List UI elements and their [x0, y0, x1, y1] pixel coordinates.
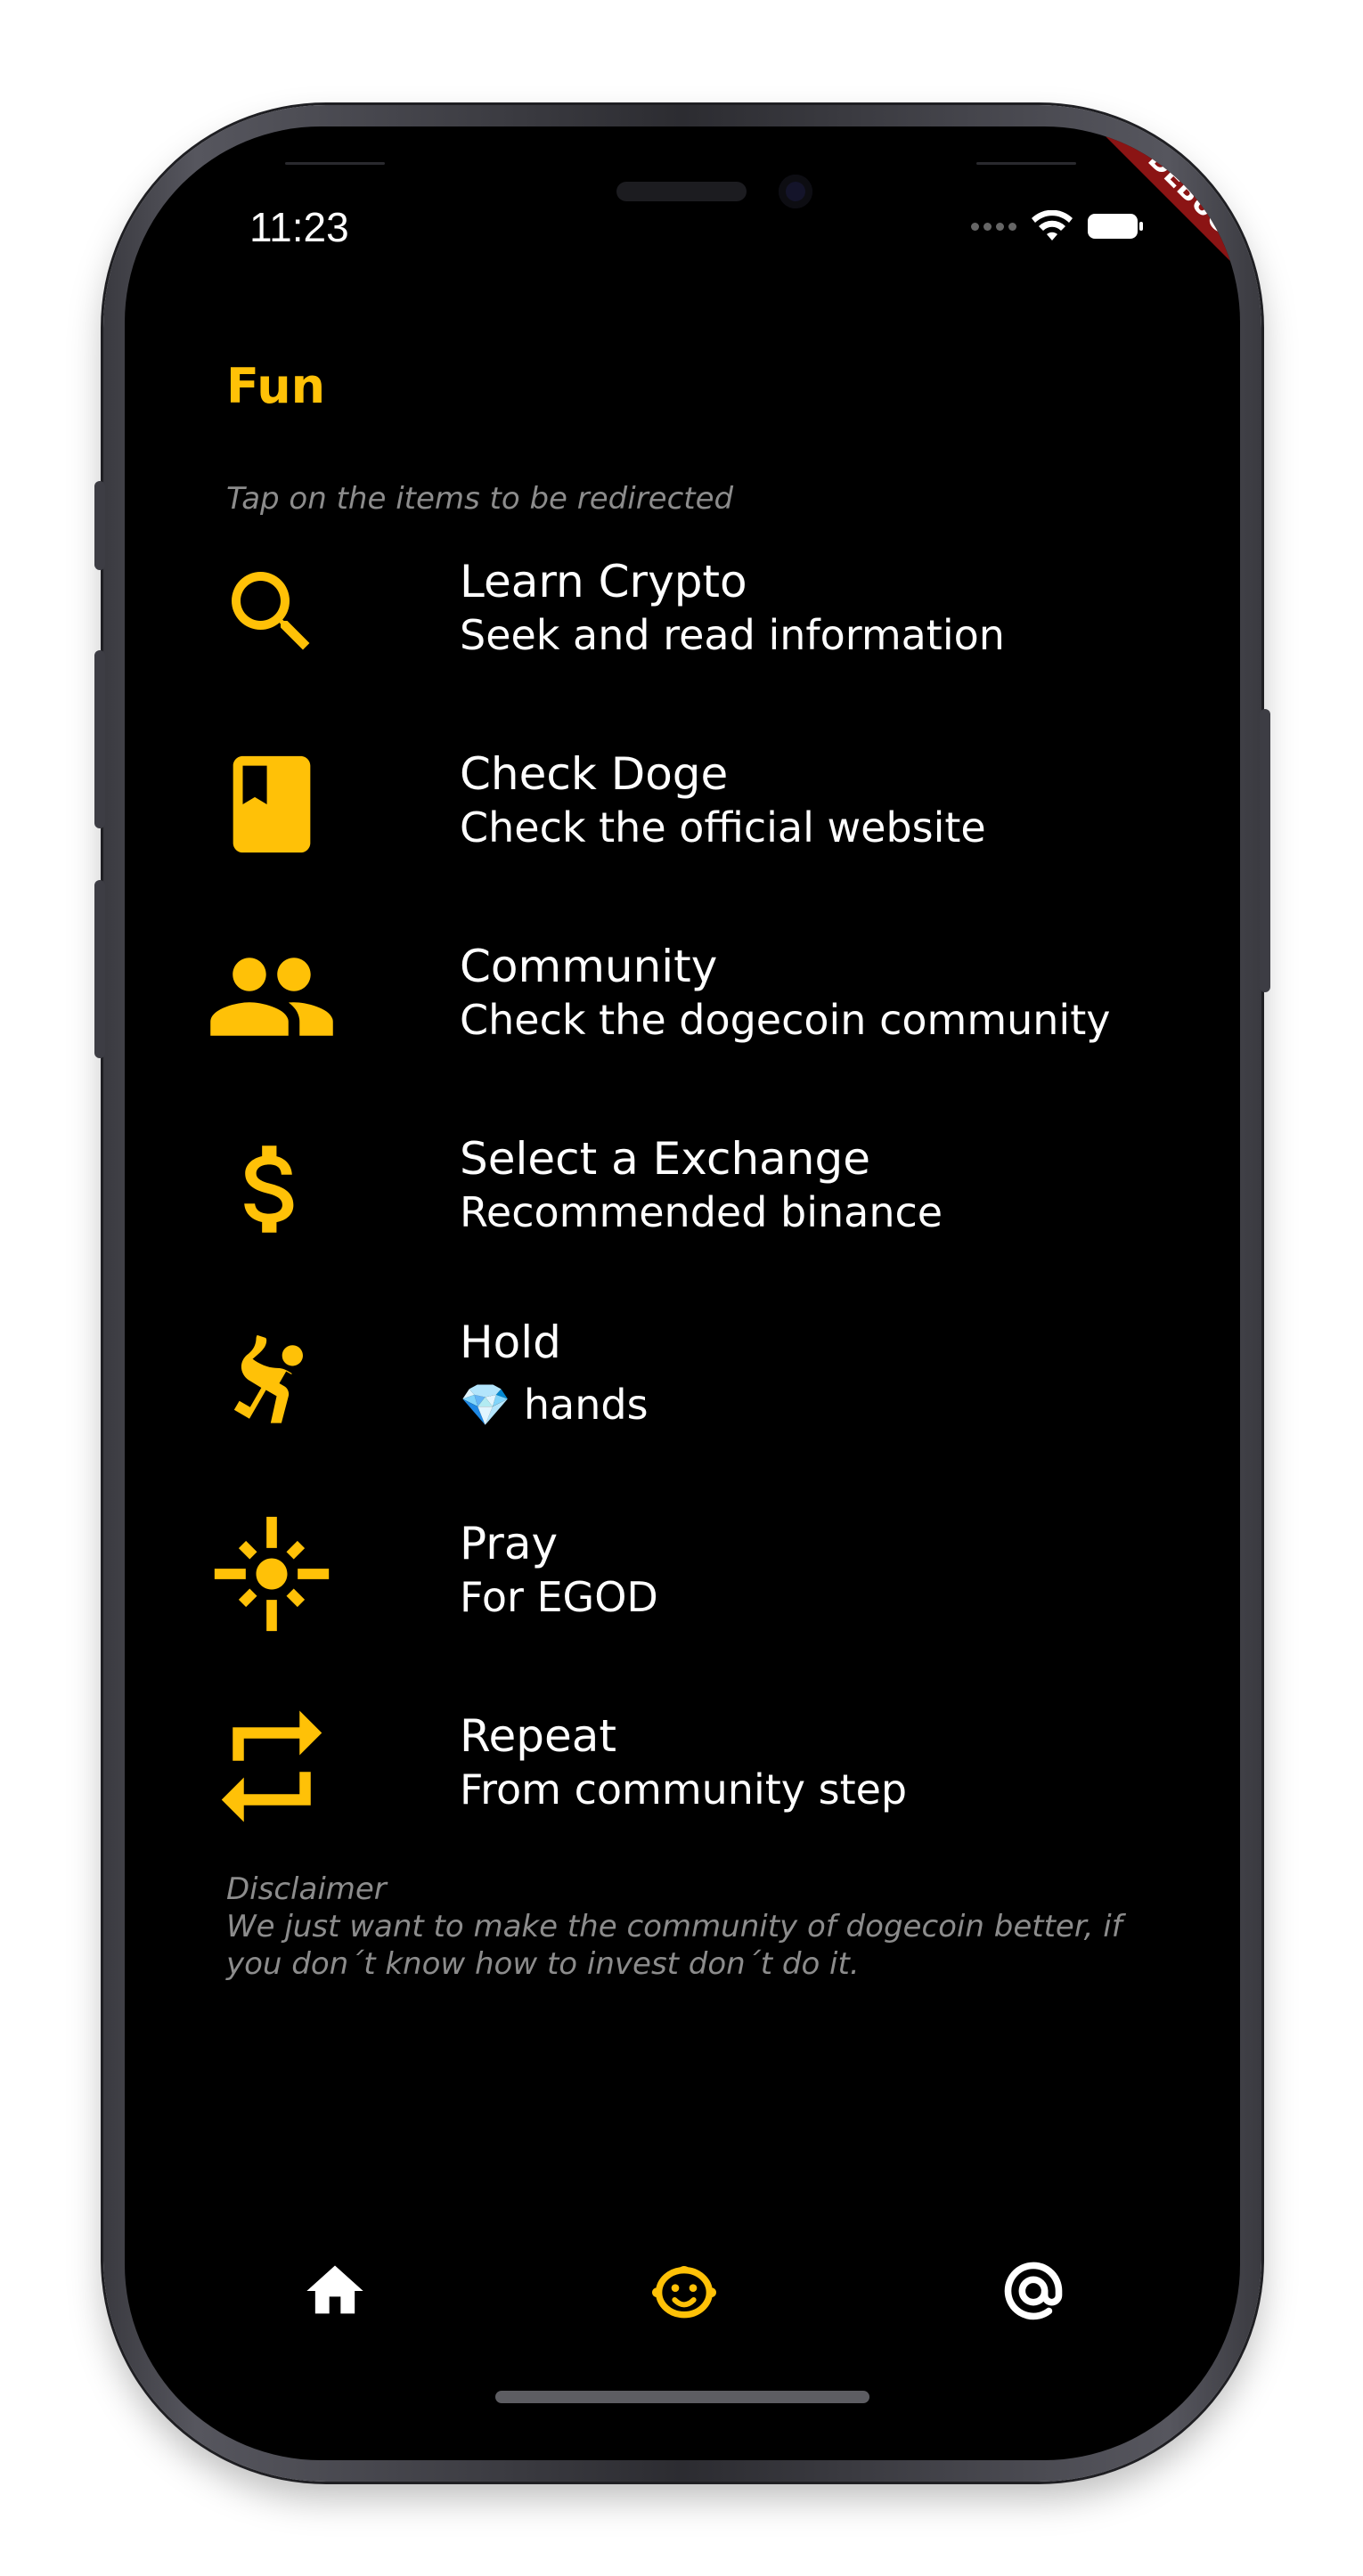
page-title: Fun: [226, 358, 326, 414]
hint-text: Tap on the items to be redirected: [226, 481, 734, 517]
item-title: Community: [460, 941, 718, 992]
list-item-repeat[interactable]: Repeat From community step: [205, 1700, 1185, 1833]
disclaimer: Disclaimer We just want to make the comm…: [226, 1871, 1135, 1983]
item-subtitle: 💎 hands: [460, 1381, 649, 1429]
cellular-signal-icon: [971, 222, 1016, 231]
item-title: Check Doge: [460, 748, 729, 800]
item-subtitle: Check the official website: [460, 803, 986, 852]
sensor-housing-right: [976, 162, 1076, 165]
at-sign-icon: [1004, 2262, 1063, 2320]
item-title: Repeat: [460, 1710, 617, 1762]
bottom-navigation: [125, 2238, 1240, 2344]
power-button: [1260, 709, 1270, 992]
people-icon: [205, 930, 339, 1064]
bookmark-book-icon: [205, 738, 339, 871]
child-face-icon: [652, 2266, 716, 2319]
list-item-check-doge[interactable]: Check Doge Check the official website: [205, 738, 1185, 871]
list-item-hold[interactable]: Hold 💎 hands: [205, 1315, 1185, 1448]
item-title: Hold: [460, 1317, 561, 1368]
wifi-icon: [1032, 210, 1073, 240]
dollar-icon: [205, 1122, 339, 1256]
item-subtitle: Check the dogecoin community: [460, 996, 1111, 1044]
list-item-learn-crypto[interactable]: Learn Crypto Seek and read information: [205, 545, 1185, 679]
status-time: 11:23: [249, 204, 349, 250]
mute-switch: [94, 481, 105, 570]
app-screen: 11:23 DEBUG Fun Tap on the items to be r…: [125, 126, 1240, 2460]
item-subtitle: For EGOD: [460, 1573, 658, 1621]
item-title: Learn Crypto: [460, 556, 747, 607]
sensor-housing-left: [285, 162, 385, 165]
list-item-community[interactable]: Community Check the dogecoin community: [205, 930, 1185, 1064]
item-title: Pray: [460, 1518, 559, 1569]
repeat-icon: [205, 1700, 339, 1833]
item-subtitle: Seek and read information: [460, 611, 1005, 659]
status-icons: [971, 210, 1143, 242]
volume-down-button: [94, 880, 105, 1058]
item-subtitle: Recommended binance: [460, 1188, 943, 1236]
nav-contact-button[interactable]: [980, 2238, 1087, 2344]
item-title: Select a Exchange: [460, 1133, 870, 1185]
disclaimer-heading: Disclaimer: [226, 1871, 387, 1907]
disclaimer-text: We just want to make the community of do…: [226, 1909, 1122, 1982]
home-indicator[interactable]: [495, 2391, 869, 2403]
item-subtitle: From community step: [460, 1765, 908, 1814]
search-icon: [205, 545, 339, 679]
list-item-select-exchange[interactable]: Select a Exchange Recommended binance: [205, 1122, 1185, 1256]
battery-icon: [1088, 214, 1143, 239]
nav-home-button[interactable]: [282, 2238, 388, 2344]
home-icon: [306, 2265, 363, 2314]
front-camera: [779, 175, 812, 208]
nav-fun-button[interactable]: [631, 2238, 738, 2344]
flare-icon: [205, 1507, 339, 1641]
volume-up-button: [94, 650, 105, 828]
list-item-pray[interactable]: Pray For EGOD: [205, 1507, 1185, 1641]
earpiece-speaker: [616, 182, 747, 201]
sports-handball-icon: [205, 1315, 339, 1448]
